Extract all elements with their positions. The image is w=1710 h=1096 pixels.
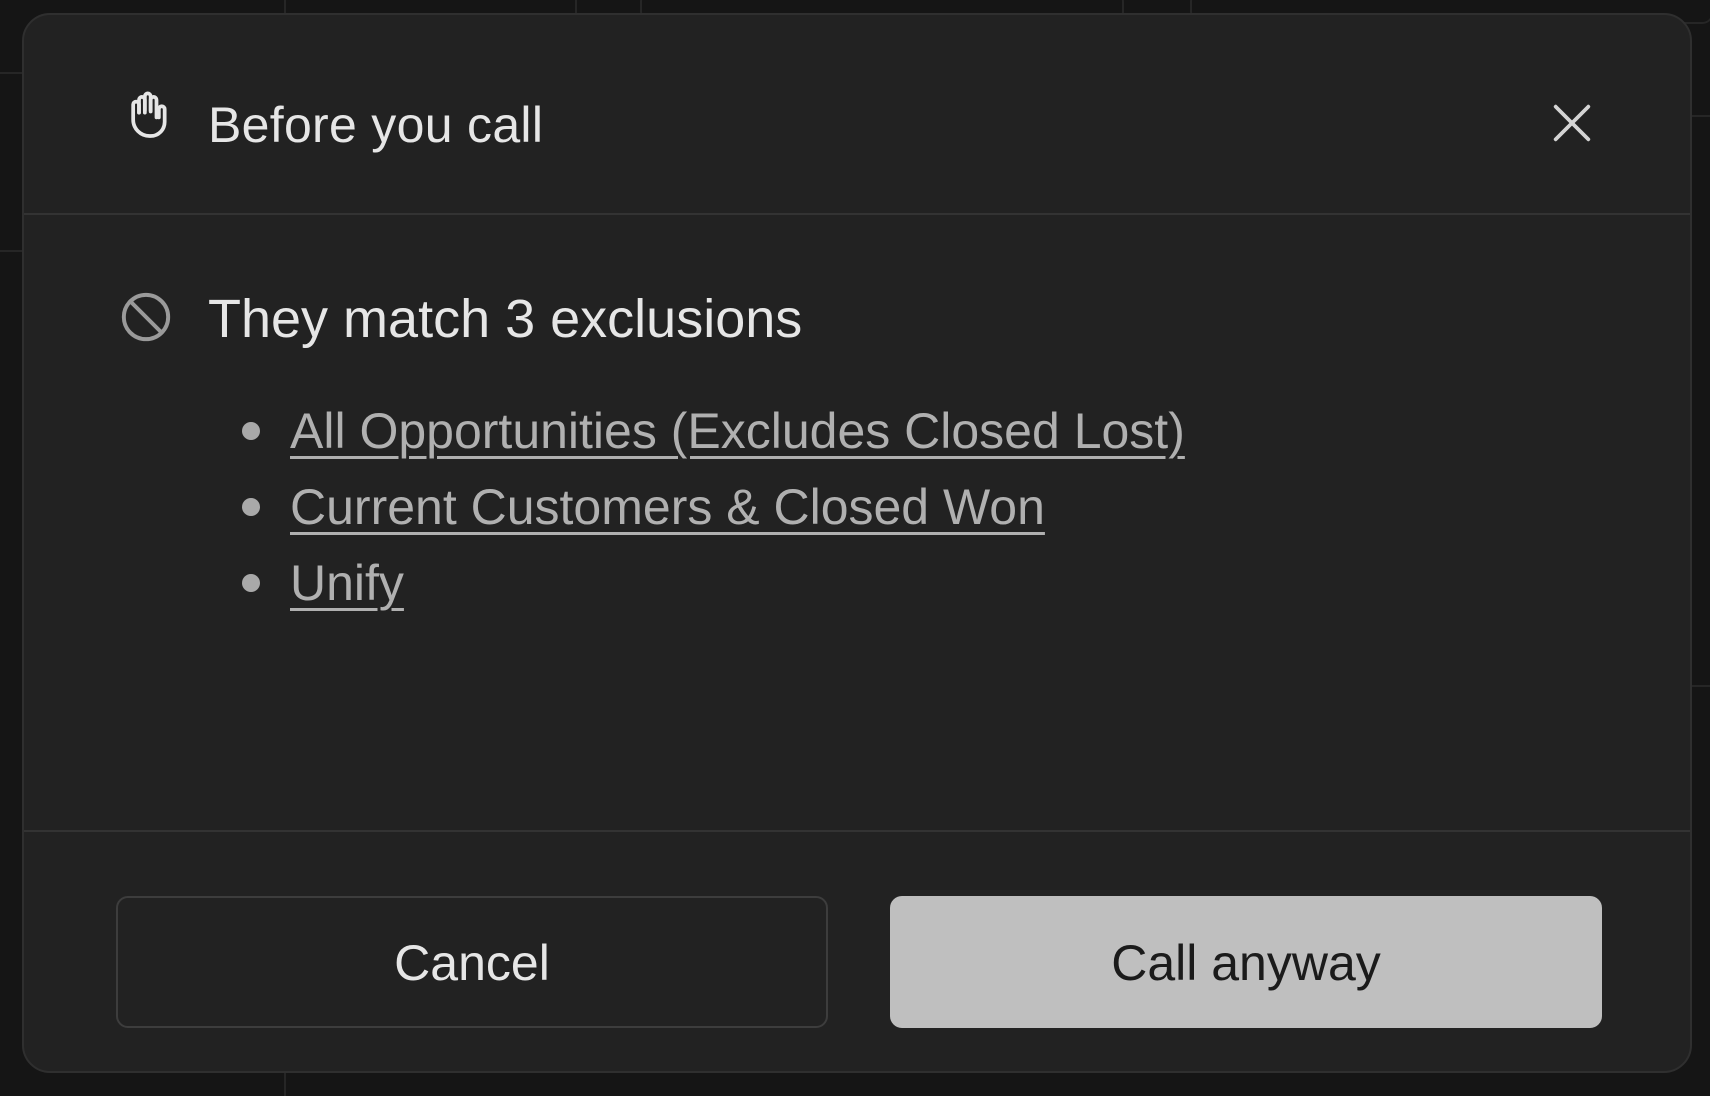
background-divider	[0, 72, 22, 74]
cancel-button[interactable]: Cancel	[116, 896, 828, 1028]
dialog-title: Before you call	[208, 97, 544, 153]
exclusions-heading: They match 3 exclusions	[208, 289, 803, 349]
hand-icon	[131, 91, 167, 138]
bullet-icon	[242, 498, 260, 516]
bullet-icon	[242, 422, 260, 440]
exclusion-list-item: Unify	[242, 545, 1185, 621]
dialog-footer: Cancel Call anyway	[24, 830, 1690, 1071]
ban-icon	[121, 292, 171, 342]
background-divider	[1690, 685, 1710, 687]
exclusion-link[interactable]: All Opportunities (Excludes Closed Lost)	[290, 401, 1185, 461]
exclusion-list-item: Current Customers & Closed Won	[242, 469, 1185, 545]
call-anyway-button[interactable]: Call anyway	[890, 896, 1602, 1028]
dialog-body: They match 3 exclusions All Opportunitie…	[24, 215, 1690, 830]
exclusion-link[interactable]: Current Customers & Closed Won	[290, 477, 1045, 537]
exclusions-list: All Opportunities (Excludes Closed Lost)…	[242, 393, 1185, 621]
background-divider	[0, 250, 22, 252]
bullet-icon	[242, 574, 260, 592]
close-icon[interactable]	[1544, 95, 1600, 151]
exclusion-link[interactable]: Unify	[290, 553, 404, 613]
background-divider	[1690, 115, 1710, 117]
dialog-header: Before you call	[24, 15, 1690, 215]
before-you-call-dialog: Before you call They match 3 exclusions …	[22, 13, 1692, 1073]
exclusion-list-item: All Opportunities (Excludes Closed Lost)	[242, 393, 1185, 469]
